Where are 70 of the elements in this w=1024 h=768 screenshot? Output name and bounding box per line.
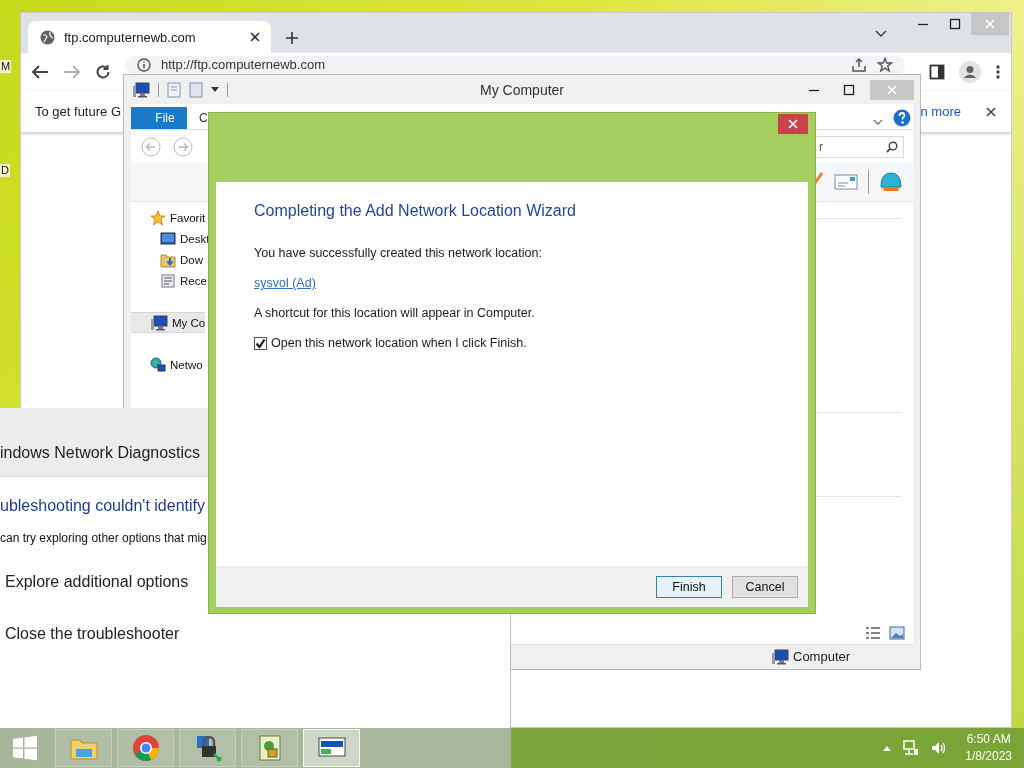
- chevron-down-icon[interactable]: [873, 119, 883, 125]
- show-hidden-icons-icon[interactable]: [883, 745, 892, 751]
- ribbon-tab[interactable]: File: [131, 107, 187, 129]
- shortcut-note: A shortcut for this location will appear in Computer.: [254, 306, 535, 320]
- back-arrow-icon[interactable]: [31, 64, 49, 80]
- window-title: My Computer: [480, 81, 564, 98]
- computer-icon[interactable]: [771, 648, 789, 665]
- star-icon[interactable]: [877, 57, 893, 73]
- computer-icon[interactable]: [132, 81, 150, 98]
- checkbox[interactable]: [254, 336, 267, 350]
- nav-item[interactable]: Deskt: [131, 228, 210, 249]
- envelope-icon[interactable]: [834, 173, 858, 191]
- document-tool-icon: [256, 734, 283, 762]
- infobar-message: To get future G: [35, 104, 121, 119]
- side-panel-icon[interactable]: [929, 64, 945, 80]
- wizard-heading: Completing the Add Network Location Wizard: [254, 202, 577, 220]
- result-description: can try exploring other options that mig: [0, 531, 207, 545]
- check-icon: [255, 337, 266, 349]
- share-icon[interactable]: [851, 57, 867, 73]
- nav-item[interactable]: My Co: [131, 312, 206, 333]
- reload-icon[interactable]: [95, 64, 111, 80]
- taskbar-button[interactable]: [179, 729, 236, 767]
- desktop-icon-label[interactable]: D: [0, 164, 10, 177]
- dropdown-caret-icon[interactable]: [211, 86, 219, 93]
- browser-icon: [131, 734, 160, 762]
- learn-more-link[interactable]: n more: [920, 104, 961, 119]
- desktop-icon-label[interactable]: M: [0, 60, 12, 73]
- checkbox-label[interactable]: Open this network location when I click Finish.: [271, 336, 527, 350]
- recent-places-icon: [160, 272, 176, 289]
- network-icon[interactable]: [903, 740, 920, 756]
- close-button[interactable]: [778, 114, 808, 134]
- chevron-down-icon[interactable]: [875, 30, 887, 38]
- nav-item[interactable]: Dow: [131, 249, 203, 270]
- computer-icon[interactable]: [150, 314, 168, 331]
- network-globe-icon: [150, 356, 166, 373]
- menu-icon[interactable]: [995, 64, 1001, 80]
- address-bar[interactable]: http://ftp.computernewb.com: [125, 56, 905, 74]
- ribbon-tab[interactable]: C: [187, 107, 208, 129]
- star-icon: [150, 209, 166, 226]
- network-location-link[interactable]: sysvol (Ad): [254, 276, 316, 290]
- success-message: You have successfully created this network location:: [254, 246, 542, 260]
- large-icons-view-icon[interactable]: [889, 625, 905, 640]
- nav-item[interactable]: Favorit: [131, 207, 206, 228]
- start-icon[interactable]: [12, 735, 38, 761]
- window-title: indows Network Diagnostics: [0, 444, 201, 461]
- cancel-button[interactable]: Cancel: [732, 575, 798, 598]
- maximize-icon[interactable]: [842, 83, 855, 96]
- profile-icon[interactable]: [959, 61, 981, 83]
- browser-tab[interactable]: ftp.computernewb.com: [28, 21, 271, 53]
- search-icon[interactable]: [886, 140, 898, 153]
- desktop-icon: [160, 230, 176, 247]
- info-icon: [137, 58, 151, 72]
- result-heading: ubleshooting couldn't identify: [0, 497, 205, 514]
- globe-icon: [40, 29, 55, 45]
- close-icon[interactable]: [985, 105, 997, 118]
- maximize-icon[interactable]: [949, 18, 961, 30]
- new-tab-icon[interactable]: [285, 31, 299, 45]
- shell-icon[interactable]: [879, 171, 903, 193]
- nav-item[interactable]: Rece: [131, 270, 207, 291]
- help-icon[interactable]: [893, 109, 911, 127]
- status-text: Computer: [793, 649, 851, 664]
- speaker-icon[interactable]: [931, 740, 948, 756]
- downloads-folder-icon: [160, 251, 176, 268]
- troubleshooter-option[interactable]: Close the troubleshooter: [0, 619, 190, 649]
- nav-item[interactable]: Netwo: [131, 354, 203, 375]
- taskbar-button[interactable]: [303, 729, 360, 767]
- finish-button[interactable]: Finish: [656, 575, 722, 598]
- details-view-icon[interactable]: [865, 625, 881, 640]
- troubleshooter-option[interactable]: Explore additional options: [0, 567, 199, 597]
- tab-close-icon[interactable]: [249, 31, 261, 43]
